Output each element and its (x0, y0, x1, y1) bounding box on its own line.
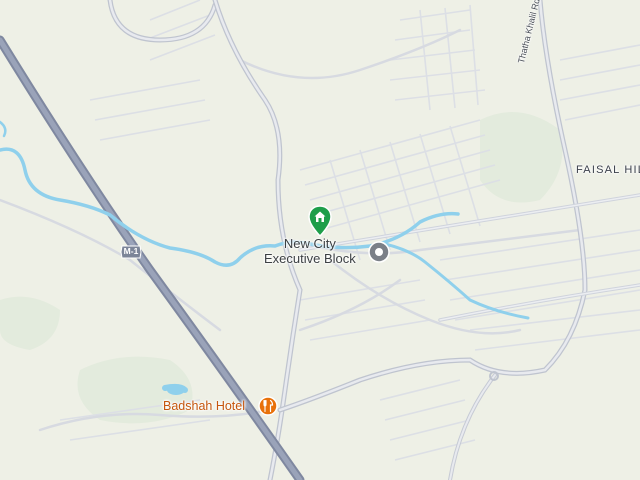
map-canvas[interactable]: M-1 FAISAL HILLS Thatha Khalil Rd New Ci… (0, 0, 640, 480)
m1-shield-label: M-1 (123, 246, 139, 256)
poi-name-line1: New City (283, 236, 336, 251)
home-pin-icon[interactable] (306, 204, 334, 240)
pond (167, 385, 185, 395)
restaurant-label-badshah-hotel[interactable]: Badshah Hotel (163, 399, 245, 413)
poi-name-line2: Executive Block (264, 251, 356, 266)
poi-label-new-city[interactable]: New City Executive Block (264, 236, 356, 266)
place-pin-icon[interactable] (368, 241, 390, 263)
area-label-faisal-hills[interactable]: FAISAL HILLS (576, 164, 640, 176)
restaurant-icon[interactable] (258, 396, 278, 416)
